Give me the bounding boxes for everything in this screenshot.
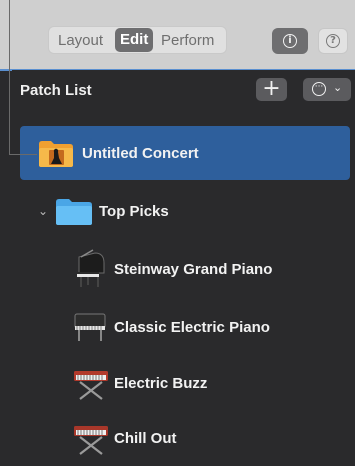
patch-list-item-classic-electric-piano[interactable]: Classic Electric Piano: [20, 300, 350, 354]
electric-piano-icon: [74, 313, 106, 341]
more-options-button[interactable]: ··· ⌄: [303, 78, 351, 101]
callout-line-horizontal: [9, 154, 37, 155]
patch-list-item-chill-out[interactable]: Chill Out: [20, 412, 350, 466]
grand-piano-icon: [77, 249, 105, 287]
patch-list-item-top-picks[interactable]: ⌄ Top Picks: [20, 186, 350, 240]
keyboard-stand-icon: [74, 426, 108, 455]
disclosure-triangle-icon[interactable]: ⌄: [38, 204, 48, 218]
callout-line: [9, 0, 10, 155]
patch-label: Steinway Grand Piano: [114, 261, 273, 278]
layout-mode-button[interactable]: Layout: [58, 32, 103, 49]
patch-label: Top Picks: [99, 203, 169, 220]
patch-label: Electric Buzz: [114, 375, 208, 392]
edit-mode-button[interactable]: Edit: [115, 28, 154, 52]
keyboard-stand-icon: [74, 371, 108, 400]
patch-list-item-electric-buzz[interactable]: Electric Buzz: [20, 357, 350, 411]
patch-label: Untitled Concert: [82, 145, 199, 162]
help-icon: ?: [326, 34, 340, 48]
add-patch-button[interactable]: +: [256, 78, 287, 101]
info-icon: i: [283, 34, 297, 48]
chevron-down-icon: ⌄: [333, 81, 343, 94]
patch-list-title: Patch List: [20, 82, 92, 99]
folder-icon: [56, 199, 92, 225]
mode-segmented-control: Layout Edit Perform: [48, 26, 227, 54]
top-toolbar: Layout Edit Perform i ?: [0, 0, 355, 71]
plus-icon: +: [262, 76, 281, 101]
patch-list-item-steinway-grand-piano[interactable]: Steinway Grand Piano: [20, 242, 350, 296]
help-button[interactable]: ?: [318, 28, 348, 54]
ellipsis-icon: ···: [312, 82, 326, 96]
patch-label: Chill Out: [114, 430, 177, 447]
inspector-button[interactable]: i: [272, 28, 308, 54]
concert-folder-icon: [39, 141, 73, 167]
perform-mode-button[interactable]: Perform: [161, 32, 214, 49]
patch-label: Classic Electric Piano: [114, 319, 270, 336]
patch-list-item-untitled-concert[interactable]: Untitled Concert: [20, 126, 350, 180]
